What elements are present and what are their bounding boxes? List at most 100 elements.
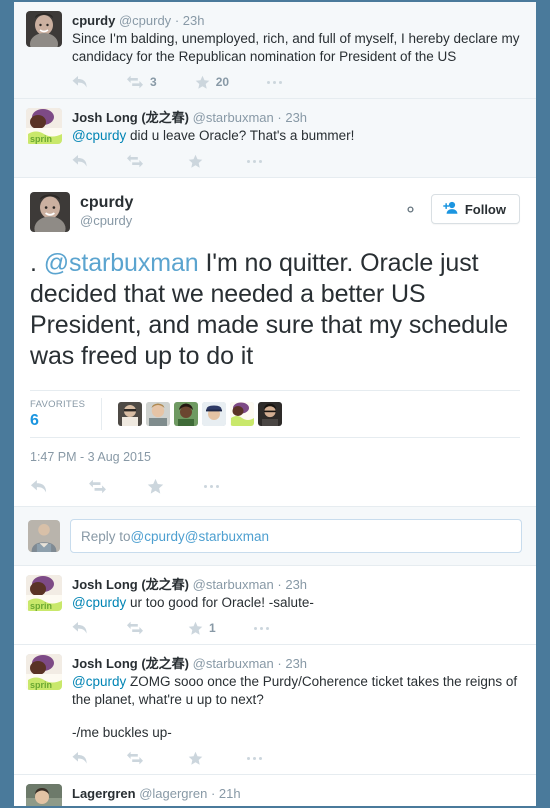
- tweet-timestamp[interactable]: 23h: [183, 13, 205, 28]
- header-separator: ·: [210, 786, 216, 801]
- author-handle[interactable]: @starbuxman: [193, 656, 274, 671]
- tweet-header: Josh Long (龙之春) @starbuxman · 23h: [72, 576, 524, 593]
- reply-button[interactable]: [72, 621, 88, 635]
- focused-tweet-header: cpurdy @cpurdy Follow: [30, 192, 520, 232]
- tweet-header: Josh Long (龙之春) @starbuxman · 23h: [72, 655, 524, 672]
- tweet-body: Josh Long (龙之春) @starbuxman · 23h @cpurd…: [72, 575, 524, 638]
- favorite-count: 20: [215, 75, 230, 89]
- author-handle[interactable]: @starbuxman: [193, 110, 274, 125]
- favoriter-5-avatar[interactable]: [230, 402, 254, 426]
- more-button[interactable]: [247, 159, 262, 163]
- favoriter-2-avatar[interactable]: [146, 402, 170, 426]
- tweet-timestamp[interactable]: 23h: [285, 110, 307, 125]
- cpurdy-avatar[interactable]: [30, 192, 70, 232]
- header-separator: ·: [277, 110, 282, 125]
- favoriter-1-avatar[interactable]: [118, 402, 142, 426]
- focused-author-block: cpurdy @cpurdy: [80, 192, 402, 229]
- header-separator: ·: [277, 656, 282, 671]
- tweet-text-prefix: .: [30, 249, 44, 277]
- mention-link[interactable]: @starbuxman: [44, 249, 199, 277]
- favorite-button[interactable]: [188, 751, 209, 766]
- svg-text:sprin: sprin: [30, 680, 52, 690]
- focused-tweet: cpurdy @cpurdy Follow . @starbuxman I'm …: [14, 178, 536, 507]
- reply-button[interactable]: [30, 479, 48, 494]
- ancestor-tweet[interactable]: cpurdy @cpurdy · 23h Since I'm balding, …: [14, 2, 536, 99]
- author-handle[interactable]: @cpurdy: [119, 13, 171, 28]
- lagergren-avatar[interactable]: [26, 784, 62, 806]
- favoriter-3-avatar[interactable]: [174, 402, 198, 426]
- tweet-body: Lagergren @lagergren · 21h @cpurdy @star…: [72, 784, 524, 806]
- cpurdy-avatar[interactable]: [26, 11, 62, 47]
- more-button[interactable]: [253, 626, 269, 630]
- tweet-text-paragraph-1: @cpurdy ZOMG sooo once the Purdy/Coheren…: [72, 673, 524, 709]
- reply-button[interactable]: [72, 154, 88, 168]
- favorite-count: 1: [209, 621, 216, 635]
- author-name[interactable]: Josh Long (龙之春): [72, 656, 189, 671]
- reply-tweet[interactable]: sprin Josh Long (龙之春) @starbuxman · 23h …: [14, 566, 536, 645]
- favoriter-avatars: [102, 398, 282, 430]
- retweet-button[interactable]: 3: [126, 75, 157, 89]
- tweet-actions: [72, 151, 524, 171]
- retweet-button[interactable]: [88, 479, 107, 494]
- tweet-timestamp[interactable]: 1:47 PM - 3 Aug 2015: [30, 450, 520, 464]
- retweet-count: 3: [150, 75, 157, 89]
- reply-input[interactable]: Reply to @cpurdy @starbuxman: [70, 519, 522, 553]
- focused-tweet-actions: [30, 476, 520, 496]
- follow-button-label: Follow: [464, 201, 506, 217]
- favoriter-4-avatar[interactable]: [202, 402, 226, 426]
- mention-link[interactable]: @cpurdy: [72, 674, 126, 689]
- favorite-button[interactable]: 20: [195, 75, 229, 90]
- starbuxman-avatar[interactable]: sprin: [26, 575, 62, 611]
- tweet-header: Josh Long (龙之春) @starbuxman · 23h: [72, 109, 524, 126]
- tweet-timestamp[interactable]: 21h: [219, 786, 241, 801]
- reply-tweet[interactable]: Lagergren @lagergren · 21h @cpurdy @star…: [14, 775, 536, 806]
- tweet-header: Lagergren @lagergren · 21h: [72, 785, 524, 802]
- mention-link[interactable]: @cpurdy: [72, 595, 126, 610]
- tweet-detail-page: cpurdy @cpurdy · 23h Since I'm balding, …: [14, 2, 536, 806]
- header-separator: ·: [174, 13, 180, 28]
- reply-tweet[interactable]: sprin Josh Long (龙之春) @starbuxman · 23h …: [14, 645, 536, 775]
- tweet-text-rest: what's next ?: [214, 804, 296, 806]
- more-button[interactable]: [267, 80, 283, 84]
- tweet-actions: 3 20: [72, 72, 524, 92]
- author-name[interactable]: Josh Long (龙之春): [72, 577, 189, 592]
- mention-link[interactable]: @cpurdy: [72, 804, 126, 806]
- more-button[interactable]: [247, 756, 262, 760]
- tweet-timestamp[interactable]: 23h: [285, 577, 307, 592]
- favorite-button[interactable]: [188, 154, 209, 169]
- reply-button[interactable]: [72, 751, 88, 765]
- author-handle[interactable]: @lagergren: [139, 786, 207, 801]
- ancestor-tweet[interactable]: sprin Josh Long (龙之春) @starbuxman · 23h …: [14, 99, 536, 178]
- retweet-button[interactable]: [126, 621, 150, 635]
- svg-text:sprin: sprin: [30, 134, 52, 144]
- mention-link-2[interactable]: @starbuxman: [130, 804, 214, 806]
- follow-button[interactable]: Follow: [430, 194, 520, 224]
- follow-person-plus-icon: [442, 201, 459, 217]
- author-name[interactable]: cpurdy: [72, 13, 115, 28]
- favorite-button[interactable]: 1: [188, 621, 216, 636]
- starbuxman-avatar[interactable]: sprin: [26, 108, 62, 144]
- reply-button[interactable]: [72, 75, 88, 89]
- favorites-stat[interactable]: FAVORITES 6: [30, 398, 102, 430]
- viewer-avatar[interactable]: [28, 520, 60, 552]
- author-name[interactable]: Josh Long (龙之春): [72, 110, 189, 125]
- more-button[interactable]: [204, 484, 219, 488]
- author-name[interactable]: cpurdy: [80, 193, 402, 212]
- tweet-body: cpurdy @cpurdy · 23h Since I'm balding, …: [72, 11, 524, 92]
- favoriter-6-avatar[interactable]: [258, 402, 282, 426]
- favorite-button[interactable]: [147, 478, 164, 495]
- favorites-count: 6: [30, 412, 39, 429]
- starbuxman-avatar[interactable]: sprin: [26, 654, 62, 690]
- gear-icon[interactable]: [402, 201, 419, 218]
- mention-link[interactable]: @cpurdy: [72, 128, 126, 143]
- tweet-timestamp[interactable]: 23h: [285, 656, 307, 671]
- retweet-button[interactable]: [126, 154, 150, 168]
- author-handle[interactable]: @cpurdy: [80, 212, 402, 229]
- author-handle[interactable]: @starbuxman: [193, 577, 274, 592]
- tweet-actions: 1: [72, 618, 524, 638]
- tweet-text-paragraph-2: -/me buckles up-: [72, 725, 172, 740]
- header-separator: ·: [277, 577, 282, 592]
- author-name[interactable]: Lagergren: [72, 786, 136, 801]
- tweet-body: Josh Long (龙之春) @starbuxman · 23h @cpurd…: [72, 108, 524, 171]
- retweet-button[interactable]: [126, 751, 150, 765]
